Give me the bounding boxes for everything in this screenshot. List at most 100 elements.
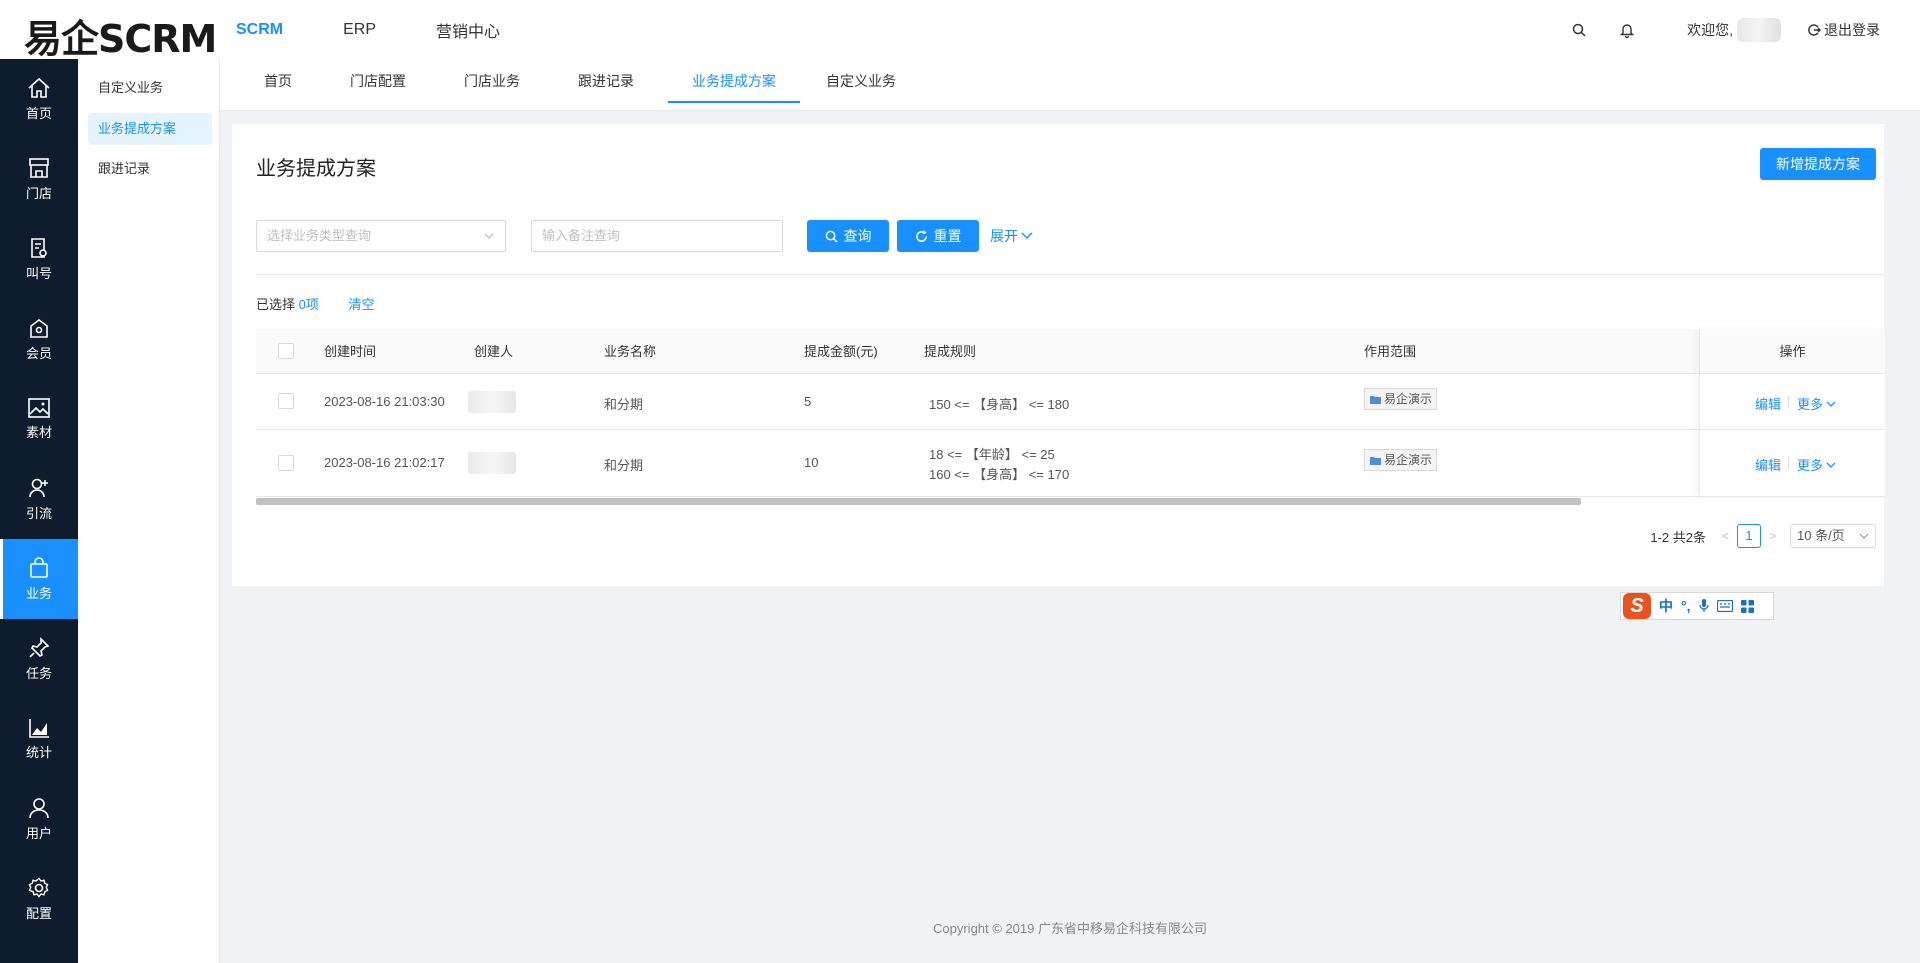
store-icon (29, 157, 49, 178)
business-type-placeholder: 选择业务类型查询 (267, 228, 372, 243)
traffic-icon (29, 478, 48, 497)
op-separator (1788, 457, 1789, 469)
tab-follow-up[interactable]: 跟进记录 (554, 59, 658, 103)
cell-rule: 18 <= 【年龄】 <= 25 (929, 447, 1055, 462)
gear-icon (28, 877, 49, 898)
sidebar-item-config[interactable]: 配置 (0, 859, 78, 939)
selection-prefix: 已选择 (256, 297, 296, 312)
chevron-down-icon (1021, 232, 1033, 239)
sidebar-item-ticket[interactable]: 叫号 (0, 219, 78, 299)
tab-home[interactable]: 首页 (240, 59, 316, 103)
logout-button[interactable]: 退出登录 (1807, 20, 1880, 40)
more-dropdown[interactable]: 更多 (1797, 394, 1836, 413)
ime-toolbar[interactable]: S 中 °, (1620, 592, 1774, 620)
sidebar-item-stats[interactable]: 统计 (0, 699, 78, 779)
sidebar-item-label: 统计 (25, 744, 52, 760)
next-page-icon[interactable]: > (1769, 529, 1776, 543)
pin-icon (29, 636, 50, 658)
page-title: 业务提成方案 (256, 158, 376, 180)
table-row: 2023-08-16 21:03:30 和分期 5 150 <= 【身高】 <=… (256, 374, 1884, 430)
add-commission-plan-button[interactable]: 新增提成方案 (1760, 148, 1876, 180)
sidebar-item-label: 门店 (25, 185, 52, 201)
ime-lang[interactable]: 中 (1659, 596, 1673, 616)
cell-creator-avatar (468, 452, 516, 474)
table-header: 创建时间 创建人 业务名称 提成金额(元) 提成规则 作用范围 (256, 329, 1884, 374)
business-type-select[interactable]: 选择业务类型查询 (256, 220, 506, 252)
chevron-down-icon (1859, 533, 1869, 539)
cell-amount: 5 (804, 394, 812, 409)
chart-icon (29, 718, 49, 738)
filter-divider (256, 274, 1884, 275)
main-sidebar: 首页 门店 叫号 会员 素材 引流 业务 任务 统计 用户 配置 (0, 59, 78, 963)
refresh-icon (915, 229, 927, 242)
prev-page-icon[interactable]: < (1722, 529, 1729, 543)
bell-icon[interactable] (1615, 18, 1639, 42)
tab-custom-business[interactable]: 自定义业务 (802, 59, 920, 103)
edit-link[interactable]: 编辑 (1755, 455, 1781, 474)
column-rules: 提成规则 (924, 344, 977, 359)
submenu-item-follow-up[interactable]: 跟进记录 (88, 153, 212, 185)
column-creator: 创建人 (474, 344, 514, 359)
tab-commission-plan[interactable]: 业务提成方案 (668, 59, 800, 103)
search-icon (825, 230, 838, 243)
ime-punctuation[interactable]: °, (1681, 598, 1691, 614)
avatar (1737, 17, 1781, 42)
image-icon (28, 397, 50, 418)
sidebar-item-member[interactable]: 会员 (0, 299, 78, 379)
edit-link[interactable]: 编辑 (1755, 394, 1781, 413)
submenu-item-commission-plan[interactable]: 业务提成方案 (88, 113, 212, 145)
welcome-user: 欢迎您, (1687, 17, 1807, 42)
scope-tag-label: 易企演示 (1384, 392, 1433, 406)
row-checkbox[interactable] (278, 455, 294, 471)
selection-count: 0项 (298, 297, 319, 312)
page-tabs: 首页 门店配置 门店业务 跟进记录 业务提成方案 自定义业务 (220, 59, 1920, 111)
user-icon (29, 797, 49, 818)
folder-icon (1370, 456, 1381, 465)
remark-search-input[interactable]: 输入备注查询 (531, 220, 783, 252)
page-number[interactable]: 1 (1736, 524, 1761, 548)
sidebar-item-store[interactable]: 门店 (0, 139, 78, 219)
top-nav-scrm[interactable]: SCRM (236, 21, 283, 39)
query-button[interactable]: 查询 (807, 220, 889, 252)
sidebar-item-traffic[interactable]: 引流 (0, 459, 78, 539)
pagination: 1-2 共2条 < 1 > 10 条/页 (1650, 524, 1876, 548)
select-all-checkbox[interactable] (278, 343, 294, 359)
sidebar-item-label: 素材 (25, 424, 52, 440)
more-label: 更多 (1797, 458, 1824, 473)
reset-button[interactable]: 重置 (897, 220, 979, 252)
operations-cell: 编辑 更多 (1700, 430, 1885, 497)
clear-selection-link[interactable]: 清空 (349, 297, 375, 312)
sogou-logo-icon: S (1623, 593, 1651, 619)
sidebar-item-label: 任务 (25, 665, 52, 681)
grid-icon[interactable] (1740, 599, 1754, 613)
microphone-icon[interactable] (1698, 599, 1709, 613)
top-nav-marketing[interactable]: 营销中心 (436, 18, 500, 42)
sidebar-item-business[interactable]: 业务 (0, 539, 78, 619)
top-nav-erp[interactable]: ERP (343, 21, 376, 39)
more-dropdown[interactable]: 更多 (1797, 455, 1836, 474)
column-business-name: 业务名称 (604, 344, 657, 359)
sidebar-item-user[interactable]: 用户 (0, 779, 78, 859)
chevron-down-icon (1826, 462, 1836, 468)
search-icon[interactable] (1567, 18, 1591, 42)
column-operations: 操作 (1700, 329, 1885, 374)
sidebar-item-home[interactable]: 首页 (0, 59, 78, 139)
header-actions: 欢迎您, 退出登录 (1567, 0, 1880, 59)
scope-tag-label: 易企演示 (1384, 453, 1433, 467)
submenu-item-custom-business[interactable]: 自定义业务 (88, 72, 212, 104)
tab-store-business[interactable]: 门店业务 (440, 59, 544, 103)
sidebar-item-label: 叫号 (25, 265, 52, 281)
horizontal-scrollbar[interactable] (256, 498, 1581, 505)
top-nav: SCRM ERP 营销中心 (236, 0, 560, 59)
row-checkbox[interactable] (278, 393, 294, 409)
sidebar-item-material[interactable]: 素材 (0, 379, 78, 459)
tab-store-config[interactable]: 门店配置 (326, 59, 430, 103)
keyboard-icon[interactable] (1716, 600, 1733, 612)
cell-rule: 160 <= 【身高】 <= 170 (929, 467, 1070, 482)
expand-label: 展开 (990, 228, 1018, 244)
expand-filters-link[interactable]: 展开 (990, 220, 1034, 252)
more-label: 更多 (1797, 397, 1824, 412)
sidebar-item-task[interactable]: 任务 (0, 619, 78, 699)
page-size-select[interactable]: 10 条/页 (1790, 524, 1876, 548)
top-header: 易企SCRM SCRM ERP 营销中心 欢迎您, 退出登录 (0, 0, 1920, 61)
